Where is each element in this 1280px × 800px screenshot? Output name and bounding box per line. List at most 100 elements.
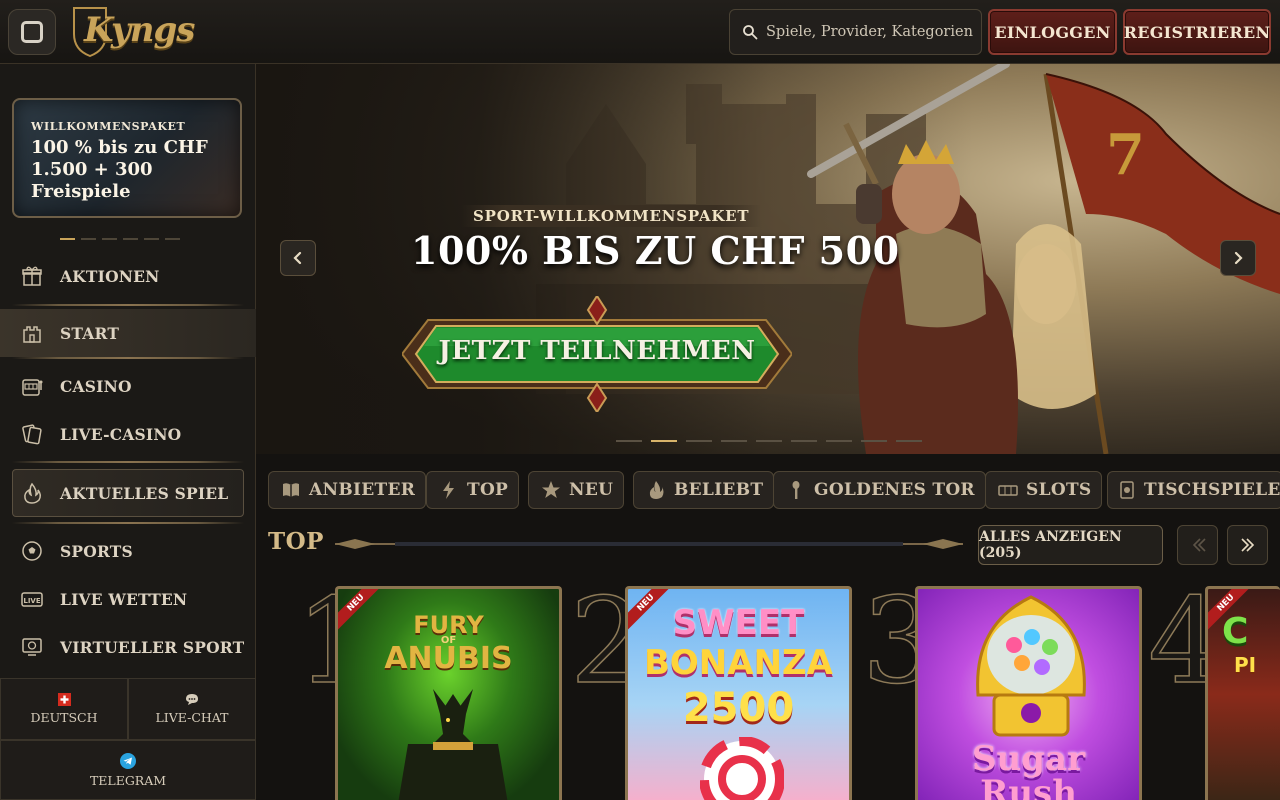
telegram-icon <box>120 752 136 769</box>
brand-name: Kyngs <box>84 10 195 50</box>
top-prev-button[interactable] <box>1177 525 1218 565</box>
game-title-line2: PI <box>1234 653 1257 677</box>
search-icon <box>743 25 758 40</box>
monitor-ball-icon <box>20 635 44 659</box>
sidebar-item-aktionen[interactable]: AKTIONEN <box>0 252 256 300</box>
tab-neu[interactable]: NEU <box>528 471 625 509</box>
game-card-sweet-bonanza-2500[interactable]: NEU SWEET BONANZA 2500 <box>625 586 852 800</box>
tab-label: ANBIETER <box>309 480 416 500</box>
hero-banner[interactable]: 7 SPORT-WILLKOMMENSPAKET 100% BIS ZU CHF… <box>256 64 1280 454</box>
cta-label: JETZT TEILNEHMEN <box>438 336 756 366</box>
sidebar-item-label: VIRTUELLER SPORT <box>60 637 245 657</box>
flame-icon <box>644 479 668 501</box>
promo-dot[interactable] <box>165 238 180 240</box>
sidebar-item-start[interactable]: START <box>0 309 256 357</box>
brand-logo[interactable]: Kyngs <box>70 2 195 60</box>
search-input[interactable]: Spiele, Provider, Kategorien <box>729 9 982 55</box>
sidebar-item-casino[interactable]: CASINO <box>0 362 256 410</box>
sidebar-item-virtual-sports[interactable]: VIRTUELLER SPORT <box>0 623 256 671</box>
hero-dot[interactable] <box>861 440 887 442</box>
top-bar: Kyngs Spiele, Provider, Kategorien EINLO… <box>0 0 1280 64</box>
tab-top[interactable]: TOP <box>426 471 520 509</box>
svg-text:LIVE: LIVE <box>23 597 40 605</box>
flag-number: 7 <box>1106 122 1145 188</box>
game-card-4[interactable]: NEU C PI <box>1205 586 1280 800</box>
sidebar-item-live-betting[interactable]: LIVE LIVE WETTEN <box>0 575 256 623</box>
promo-dot[interactable] <box>102 238 117 240</box>
game-title-line2: Rush <box>980 773 1077 800</box>
game-title-line1: SWEET <box>672 603 805 643</box>
sidebar-item-live-casino[interactable]: LIVE-CASINO <box>0 410 256 458</box>
hero-dot[interactable] <box>616 440 642 442</box>
star-icon <box>539 479 563 501</box>
hero-dot[interactable] <box>756 440 782 442</box>
tab-label: NEU <box>569 480 614 500</box>
tab-label: GOLDENES TOR <box>814 480 975 500</box>
sidebar-item-label: AKTIONEN <box>60 266 160 286</box>
hero-pagination <box>616 440 922 442</box>
tab-anbieter[interactable]: ANBIETER <box>268 471 427 509</box>
language-selector[interactable]: DEUTSCH <box>0 678 128 740</box>
sidebar-item-sports[interactable]: SPORTS <box>0 527 256 575</box>
hero-dot[interactable] <box>791 440 817 442</box>
game-title-line3: 2500 <box>682 685 795 731</box>
chevron-right-icon <box>1240 538 1254 552</box>
promo-dot[interactable] <box>60 238 75 240</box>
divider <box>12 304 244 306</box>
welcome-promo-card[interactable]: WILLKOMMENSPAKET 100 % bis zu CHF 1.500 … <box>12 98 242 218</box>
top-next-button[interactable] <box>1227 525 1268 565</box>
divider <box>12 522 244 524</box>
slot-machine-icon <box>20 374 44 398</box>
lightning-icon <box>437 479 461 501</box>
anubis-illustration <box>398 689 508 800</box>
torch-icon <box>784 479 808 501</box>
show-all-button[interactable]: ALLES ANZEIGEN (205) <box>978 525 1163 565</box>
game-title-line2: ANUBIS <box>384 641 513 676</box>
live-chat-button[interactable]: LIVE-CHAT <box>128 678 256 740</box>
ornament-divider <box>335 539 963 549</box>
chat-icon <box>186 694 198 705</box>
section-title-top: TOP <box>268 528 324 555</box>
hero-next-button[interactable] <box>1220 240 1256 276</box>
live-icon: LIVE <box>20 587 44 611</box>
hero-title: 100% BIS ZU CHF 500 <box>411 228 900 273</box>
chevron-right-icon <box>1234 251 1243 265</box>
table-games-icon <box>1118 479 1138 501</box>
promo-kicker: WILLKOMMENSPAKET <box>31 120 186 133</box>
promo-text: 100 % bis zu CHF 1.500 + 300 Freispiele <box>31 137 208 202</box>
book-icon <box>279 479 303 501</box>
game-card-sugar-rush[interactable]: Sugar Rush <box>915 586 1142 800</box>
chevron-left-icon <box>293 251 302 265</box>
menu-toggle-button[interactable] <box>8 9 56 55</box>
menu-icon <box>21 21 43 43</box>
login-button[interactable]: EINLOGGEN <box>988 9 1117 55</box>
tab-beliebt[interactable]: BELIEBT <box>633 471 775 509</box>
promo-dot[interactable] <box>123 238 138 240</box>
hero-dot[interactable] <box>826 440 852 442</box>
tab-goldenes-tor[interactable]: GOLDENES TOR <box>773 471 986 509</box>
register-button[interactable]: REGISTRIEREN <box>1123 9 1271 55</box>
game-card-fury-of-anubis[interactable]: NEU FURY OF ANUBIS <box>335 586 562 800</box>
hero-dot[interactable] <box>651 440 677 442</box>
cards-icon <box>20 422 44 446</box>
language-label: DEUTSCH <box>30 710 98 725</box>
join-now-button[interactable]: JETZT TEILNEHMEN <box>402 296 792 412</box>
flame-icon <box>20 481 44 505</box>
sidebar-item-label: START <box>60 323 120 343</box>
lollipop-illustration <box>700 737 784 800</box>
sidebar-item-current-game[interactable]: AKTUELLES SPIEL <box>0 469 256 517</box>
hero-dot[interactable] <box>721 440 747 442</box>
promo-dot[interactable] <box>81 238 96 240</box>
slots-icon <box>996 479 1020 501</box>
tab-label: TOP <box>467 480 509 500</box>
gumball-machine-illustration <box>976 595 1086 737</box>
tab-slots[interactable]: SLOTS <box>985 471 1103 509</box>
hero-dot[interactable] <box>686 440 712 442</box>
hero-prev-button[interactable] <box>280 240 316 276</box>
tab-tischspiele[interactable]: TISCHSPIELE <box>1107 471 1280 509</box>
hero-dot[interactable] <box>896 440 922 442</box>
telegram-link[interactable]: TELEGRAM <box>0 740 256 800</box>
swiss-flag-icon <box>57 693 71 706</box>
telegram-label: TELEGRAM <box>89 772 167 788</box>
promo-dot[interactable] <box>144 238 159 240</box>
